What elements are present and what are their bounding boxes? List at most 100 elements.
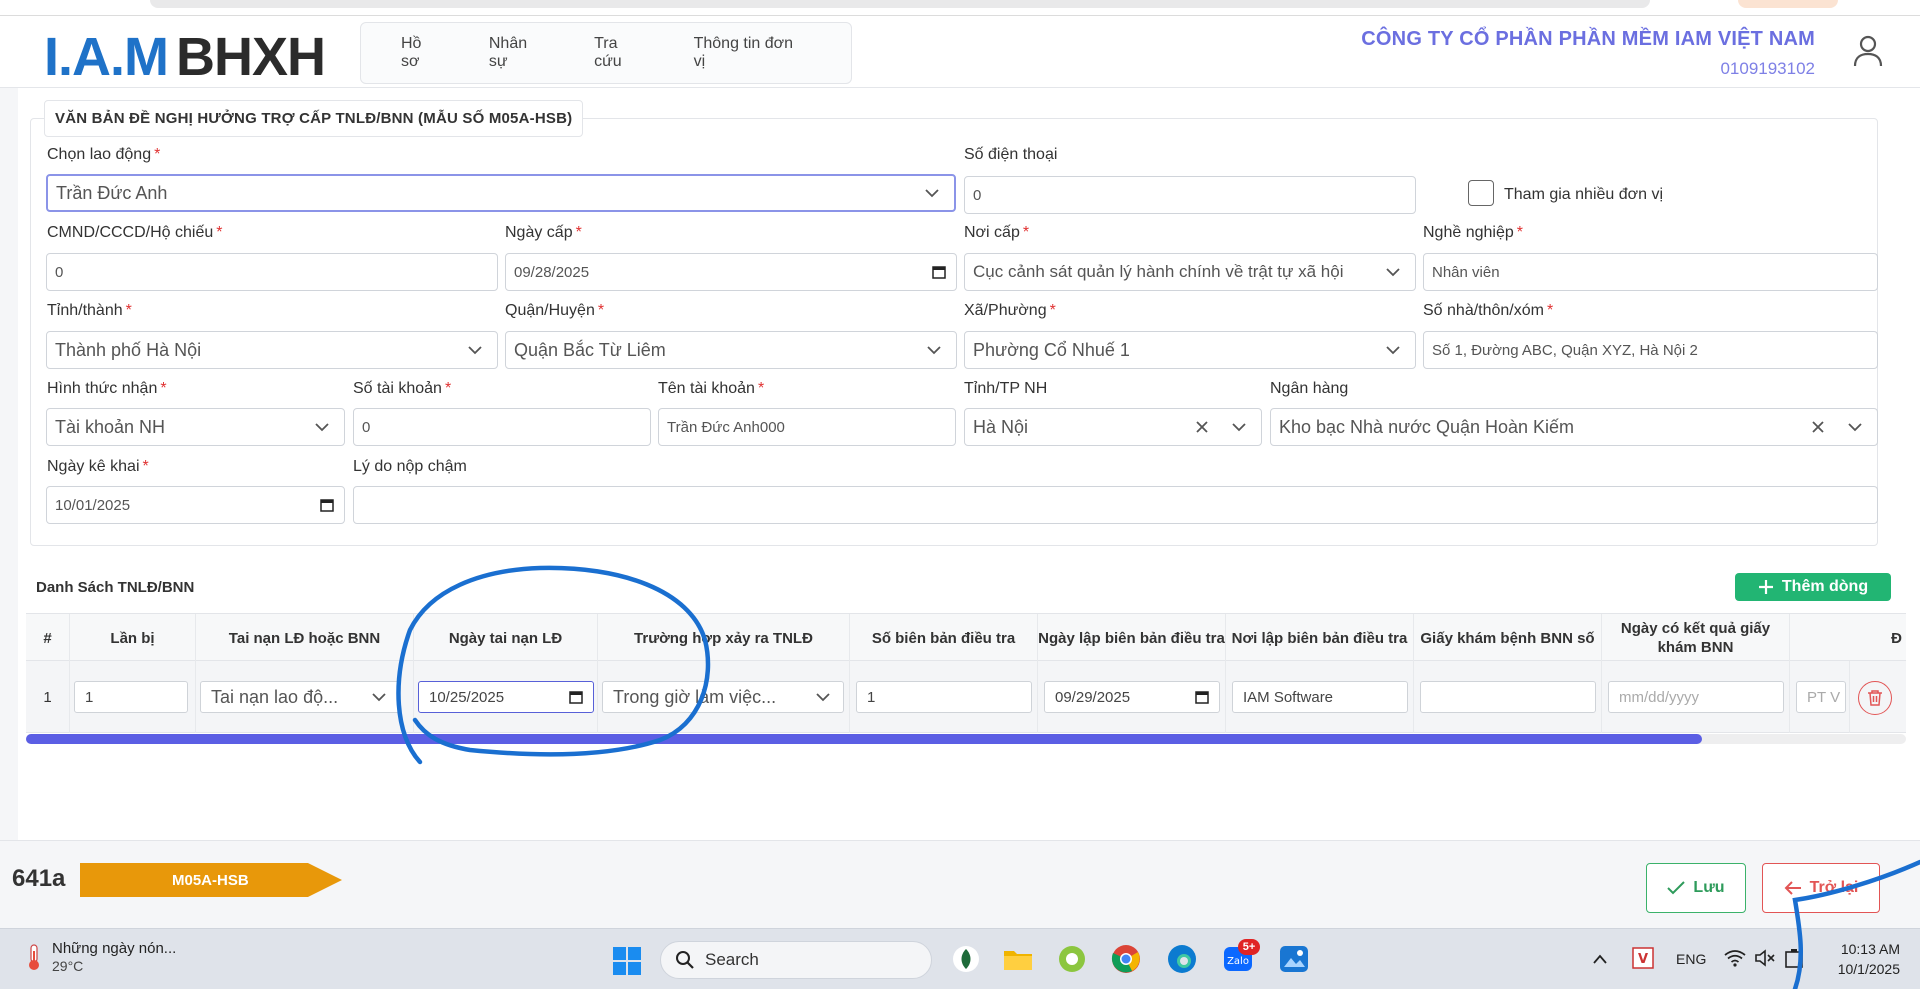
col-report-date: Ngày lập biên bản điều tra	[1038, 614, 1226, 662]
accident-date-value: 10/25/2025	[429, 688, 505, 706]
id-number-value: 0	[55, 263, 64, 281]
clock-time[interactable]: 10:13 AM	[1830, 941, 1900, 957]
case-select[interactable]: Trong giờ làm việc...	[602, 681, 844, 713]
calendar-icon[interactable]	[569, 690, 583, 704]
windows-start-icon[interactable]	[612, 946, 642, 976]
cell-bnn-date: mm/dd/yyyy	[1602, 661, 1790, 733]
thermometer-icon	[29, 943, 39, 970]
declare-date-label: Ngày kê khai *	[47, 458, 149, 475]
calendar-icon[interactable]	[1195, 690, 1209, 704]
browser-address-bar[interactable]	[150, 0, 1650, 8]
late-reason-input[interactable]	[353, 486, 1878, 524]
vietkey-icon[interactable]: V	[1632, 947, 1654, 969]
extra-input[interactable]: PT V	[1796, 681, 1846, 713]
clear-icon[interactable]	[1811, 420, 1825, 434]
save-button[interactable]: Lưu	[1646, 863, 1746, 913]
cell-report-no: 1	[850, 661, 1038, 733]
issue-date-input[interactable]: 09/28/2025	[505, 253, 957, 291]
nav-tra-cuu[interactable]: Tra cứu	[594, 35, 648, 71]
province-select[interactable]: Thành phố Hà Nội	[46, 331, 498, 369]
employee-select[interactable]: Trần Đức Anh	[46, 174, 956, 212]
address-input[interactable]: Số 1, Đường ABC, Quận XYZ, Hà Nội 2	[1423, 331, 1878, 369]
app-leaf-icon[interactable]	[950, 943, 982, 975]
add-row-button[interactable]: Thêm dòng	[1735, 573, 1891, 601]
occupation-label: Nghề nghiệp *	[1423, 224, 1523, 241]
user-icon[interactable]	[1852, 34, 1884, 68]
form-legend: VĂN BẢN ĐỀ NGHỊ HƯỞNG TRỢ CẤP TNLĐ/BNN (…	[44, 100, 584, 137]
report-no-input[interactable]: 1	[856, 681, 1032, 713]
battery-icon[interactable]	[1784, 947, 1804, 969]
table-scrollbar-thumb[interactable]	[26, 734, 1702, 744]
col-times: Lần bị	[70, 614, 196, 662]
wifi-icon[interactable]	[1724, 949, 1746, 967]
company-tax-code: 0109193102	[1720, 59, 1815, 78]
zalo-badge: 5+	[1238, 939, 1260, 955]
chevron-down-icon	[927, 346, 941, 355]
cell-report-place: IAM Software	[1226, 661, 1414, 733]
bank-value: Kho bạc Nhà nước Quận Hoàn Kiếm	[1279, 416, 1575, 437]
taskbar-search[interactable]: Search	[660, 941, 932, 979]
bnn-date-input[interactable]: mm/dd/yyyy	[1608, 681, 1784, 713]
bank-label: Ngân hàng	[1270, 380, 1349, 397]
delete-row-button[interactable]	[1858, 681, 1892, 715]
weather-temp: 29°C	[52, 958, 84, 974]
col-case: Trường hợp xảy ra TNLĐ	[598, 614, 850, 662]
trash-icon	[1868, 690, 1882, 706]
declare-date-input[interactable]: 10/01/2025	[46, 486, 345, 524]
declare-date-value: 10/01/2025	[55, 496, 131, 514]
app-green-icon[interactable]	[1056, 943, 1088, 975]
multi-unit-checkbox[interactable]	[1468, 180, 1494, 206]
nav-nhan-su[interactable]: Nhân sự	[489, 35, 548, 71]
photos-icon[interactable]	[1278, 943, 1310, 975]
occupation-input[interactable]: Nhân viên	[1423, 253, 1878, 291]
bank-select[interactable]: Kho bạc Nhà nước Quận Hoàn Kiếm	[1270, 408, 1878, 446]
nav-ho-so[interactable]: Hồ sơ	[401, 35, 443, 71]
phone-input[interactable]: 0	[964, 176, 1416, 214]
extra-value: PT V	[1807, 688, 1841, 706]
type-select[interactable]: Tai nạn lao độ...	[200, 681, 400, 713]
chrome-icon[interactable]	[1110, 943, 1142, 975]
case-value: Trong giờ làm việc...	[613, 686, 777, 707]
browser-top-strip	[0, 0, 1920, 16]
calendar-icon[interactable]	[320, 498, 334, 512]
address-label: Số nhà/thôn/xóm *	[1423, 302, 1554, 319]
browser-profile-pill[interactable]	[1738, 0, 1838, 8]
chevron-down-icon	[925, 189, 939, 198]
back-button[interactable]: Trở lại	[1762, 863, 1880, 913]
chevron-down-icon	[1386, 346, 1400, 355]
report-date-input[interactable]: 09/29/2025	[1044, 681, 1220, 713]
chevron-up-icon[interactable]	[1592, 953, 1608, 965]
file-explorer-icon[interactable]	[1002, 943, 1034, 975]
weather-widget[interactable]: Những ngày nón... 29°C	[26, 939, 176, 974]
clock-date[interactable]: 10/1/2025	[1830, 961, 1900, 977]
id-number-label: CMND/CCCD/Hộ chiếu *	[47, 224, 223, 241]
windows-taskbar: Những ngày nón... 29°C Search Zalo 5+ V …	[0, 928, 1920, 989]
ward-value: Phường Cổ Nhuế 1	[973, 339, 1130, 360]
clear-icon[interactable]	[1195, 420, 1209, 434]
svg-text:Zalo: Zalo	[1227, 956, 1249, 967]
times-input[interactable]: 1	[74, 681, 188, 713]
language-indicator[interactable]: ENG	[1676, 951, 1706, 967]
district-value: Quận Bắc Từ Liêm	[514, 339, 666, 360]
nav-thong-tin-don-vi[interactable]: Thông tin đơn vị	[694, 35, 805, 71]
row-index: 1	[26, 661, 70, 733]
speaker-muted-icon[interactable]	[1754, 949, 1776, 967]
issue-place-select[interactable]: Cục cảnh sát quản lý hành chính về trật …	[964, 253, 1416, 291]
account-no-input[interactable]: 0	[353, 408, 651, 446]
calendar-icon[interactable]	[932, 265, 946, 279]
accident-date-input[interactable]: 10/25/2025	[418, 681, 594, 713]
account-name-input[interactable]: Trần Đức Anh000	[658, 408, 956, 446]
id-number-input[interactable]: 0	[46, 253, 498, 291]
district-select[interactable]: Quận Bắc Từ Liêm	[505, 331, 957, 369]
table-scrollbar[interactable]	[26, 734, 1906, 744]
issue-place-label: Nơi cấp *	[964, 224, 1030, 241]
tnld-table-section: Danh Sách TNLĐ/BNN Thêm dòng # Lần bị Ta…	[26, 565, 1906, 735]
ward-select[interactable]: Phường Cổ Nhuế 1	[964, 331, 1416, 369]
receive-method-select[interactable]: Tài khoản NH	[46, 408, 345, 446]
app-logo[interactable]: I.A.M BHXH	[44, 26, 326, 88]
bank-province-select[interactable]: Hà Nội	[964, 408, 1262, 446]
bnn-paper-input[interactable]	[1420, 681, 1596, 713]
edge-icon[interactable]	[1166, 943, 1198, 975]
report-place-input[interactable]: IAM Software	[1232, 681, 1408, 713]
employee-label: Chọn lao động *	[47, 146, 161, 163]
